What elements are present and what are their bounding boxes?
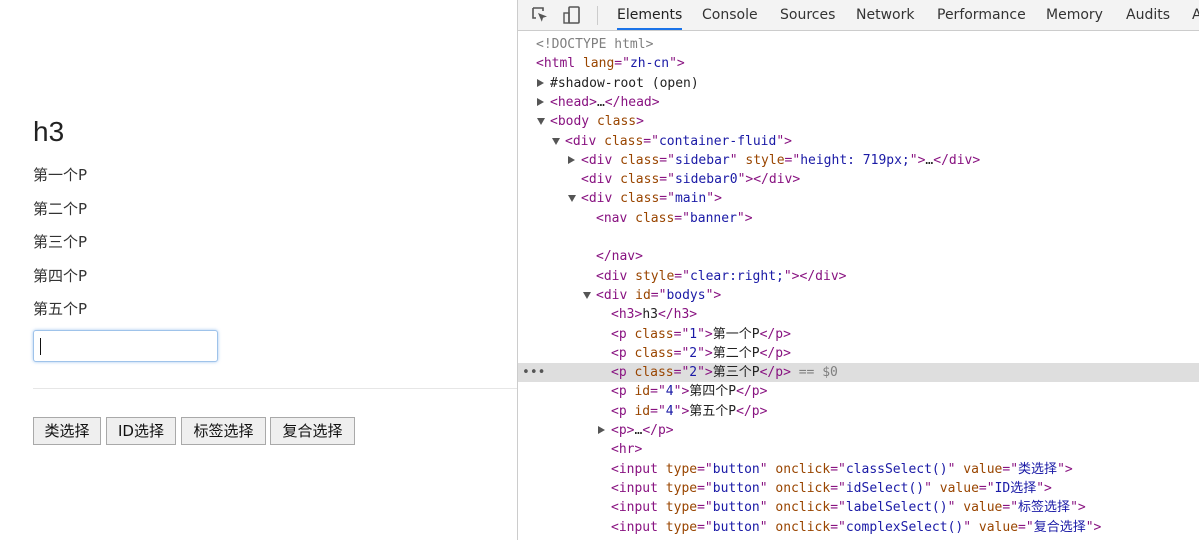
tab-memory[interactable]: Memory: [1046, 0, 1103, 30]
dom-node-code: #shadow-root (open): [550, 75, 699, 91]
dom-node-line[interactable]: <nav class="banner">: [518, 209, 1199, 228]
dom-node-line[interactable]: <p class="1">第一个P</p>: [518, 325, 1199, 344]
dom-node-line[interactable]: #shadow-root (open): [518, 74, 1199, 93]
inspect-element-icon[interactable]: [530, 5, 550, 25]
more-options-icon[interactable]: •••: [522, 363, 545, 382]
divider: [33, 388, 517, 389]
dom-node-code: <input type="button" onclick="labelSelec…: [611, 500, 1086, 516]
dom-node-code: <div class="sidebar0"></div>: [581, 172, 801, 188]
expand-triangle-icon[interactable]: [583, 291, 591, 299]
dom-node-line[interactable]: <input type="button" onclick="idSelect()…: [518, 479, 1199, 498]
dom-node-code: <div class="main">: [581, 191, 722, 207]
label-select-button[interactable]: 标签选择: [181, 417, 266, 445]
page-heading: h3: [33, 116, 65, 147]
paragraph-3: 第三个P: [33, 233, 88, 251]
dom-node-line[interactable]: <p>…</p>: [518, 421, 1199, 440]
dom-node-code: <div class="sidebar" style="height: 719p…: [581, 152, 981, 168]
complex-select-button[interactable]: 复合选择: [270, 417, 355, 445]
dom-node-line[interactable]: <p id="4">第四个P</p>: [518, 382, 1199, 401]
device-toolbar-icon[interactable]: [562, 5, 582, 25]
dom-node-line[interactable]: <body class>: [518, 112, 1199, 131]
dom-node-line[interactable]: <div class="container-fluid">: [518, 132, 1199, 151]
tab-elements[interactable]: Elements: [617, 0, 683, 30]
dom-node-line[interactable]: <h3>h3</h3>: [518, 305, 1199, 324]
expand-triangle-icon[interactable]: [552, 137, 560, 145]
dom-node-code: <hr>: [611, 442, 643, 458]
dom-node-line[interactable]: <div style="clear:right;"></div>: [518, 267, 1199, 286]
tab-performance[interactable]: Performance: [937, 0, 1026, 30]
tab-console[interactable]: Console: [702, 0, 758, 30]
dom-node-code: <input type="button" onclick="complexSel…: [611, 519, 1102, 535]
dom-node-code: <p>…</p>: [611, 423, 674, 438]
dom-node-line[interactable]: <!DOCTYPE html>: [518, 35, 1199, 54]
dom-node-code: <head>…</head>: [550, 94, 660, 110]
dom-node-code: <h3>h3</h3>: [611, 307, 698, 323]
paragraph-5: 第五个P: [33, 300, 88, 318]
dom-node-line[interactable]: <input type="button" onclick="complexSel…: [518, 518, 1199, 537]
dom-node-code: <div class="container-fluid">: [565, 133, 792, 149]
tab-audits[interactable]: Audits: [1126, 0, 1170, 30]
collapse-triangle-icon[interactable]: [568, 155, 575, 164]
dom-node-line[interactable]: <html lang="zh-cn">: [518, 54, 1199, 73]
collapse-triangle-icon[interactable]: [537, 78, 544, 87]
text-input[interactable]: [33, 330, 218, 362]
dom-node-line[interactable]: ••• <p class="2">第三个P</p> == $0: [518, 363, 1199, 383]
collapse-triangle-icon[interactable]: [537, 97, 544, 106]
dom-node-code: <nav class="banner">: [596, 210, 753, 226]
dom-node-line[interactable]: <p class="2">第二个P</p>: [518, 344, 1199, 363]
dom-node-code: <p class="1">第一个P</p>: [611, 326, 791, 342]
text-caret: [40, 338, 41, 355]
dom-node-line[interactable]: <input type="button" onclick="classSelec…: [518, 460, 1199, 479]
id-select-button[interactable]: ID选择: [106, 417, 176, 445]
dom-node-code: <p class="2">第二个P</p>: [611, 345, 791, 361]
collapse-triangle-icon[interactable]: [598, 426, 605, 434]
tab-sources[interactable]: Sources: [780, 0, 835, 30]
dom-node-code: <p class="2">第三个P</p> == $0: [611, 365, 838, 381]
dom-node-code: <input type="button" onclick="idSelect()…: [611, 480, 1052, 496]
paragraph-4: 第四个P: [33, 267, 88, 285]
dom-node-line[interactable]: <p id="4">第五个P</p>: [518, 402, 1199, 421]
dom-node-line[interactable]: <div id="bodys">: [518, 286, 1199, 305]
dom-node-line[interactable]: <div class="sidebar" style="height: 719p…: [518, 151, 1199, 170]
dom-node-code: <!DOCTYPE html>: [536, 37, 654, 52]
devtools-panel: Elements Console Sources Network Perform…: [517, 0, 1199, 540]
rendered-page: h3 第一个P 第二个P 第三个P 第四个P 第五个P 类选择 ID选择 标签选…: [0, 0, 517, 540]
selected-node-marker: == $0: [790, 365, 838, 381]
tab-overflow[interactable]: A: [1192, 0, 1199, 30]
paragraph-2: 第二个P: [33, 200, 88, 218]
class-select-button[interactable]: 类选择: [33, 417, 101, 445]
expand-triangle-icon[interactable]: [568, 195, 576, 203]
dom-node-line[interactable]: <input type="button" onclick="labelSelec…: [518, 498, 1199, 517]
dom-node-code: <p id="4">第四个P</p>: [611, 384, 768, 400]
dom-node-line[interactable]: <hr>: [518, 440, 1199, 459]
dom-node-code: <body class>: [550, 114, 644, 130]
dom-node-code: <input type="button" onclick="classSelec…: [611, 461, 1073, 477]
tab-network[interactable]: Network: [856, 0, 914, 30]
dom-tree: <!DOCTYPE html> <html lang="zh-cn"> #shado…: [518, 31, 1199, 540]
dom-node-code: <div style="clear:right;"></div>: [596, 268, 847, 284]
devtools-toolbar: Elements Console Sources Network Perform…: [518, 0, 1199, 31]
dom-node-code: <div id="bodys">: [596, 287, 722, 303]
dom-node-line[interactable]: </nav>: [518, 247, 1199, 266]
dom-node-code: </nav>: [596, 249, 643, 265]
dom-node-code: <html lang="zh-cn">: [536, 56, 685, 72]
dom-node-line[interactable]: [518, 228, 1199, 247]
toolbar-separator: [597, 6, 598, 25]
paragraph-1: 第一个P: [33, 166, 88, 184]
dom-node-line[interactable]: <div class="sidebar0"></div>: [518, 170, 1199, 189]
dom-node-line[interactable]: <div class="main">: [518, 189, 1199, 208]
dom-node-line[interactable]: <head>…</head>: [518, 93, 1199, 112]
dom-node-code: <p id="4">第五个P</p>: [611, 403, 768, 419]
expand-triangle-icon[interactable]: [537, 118, 545, 126]
